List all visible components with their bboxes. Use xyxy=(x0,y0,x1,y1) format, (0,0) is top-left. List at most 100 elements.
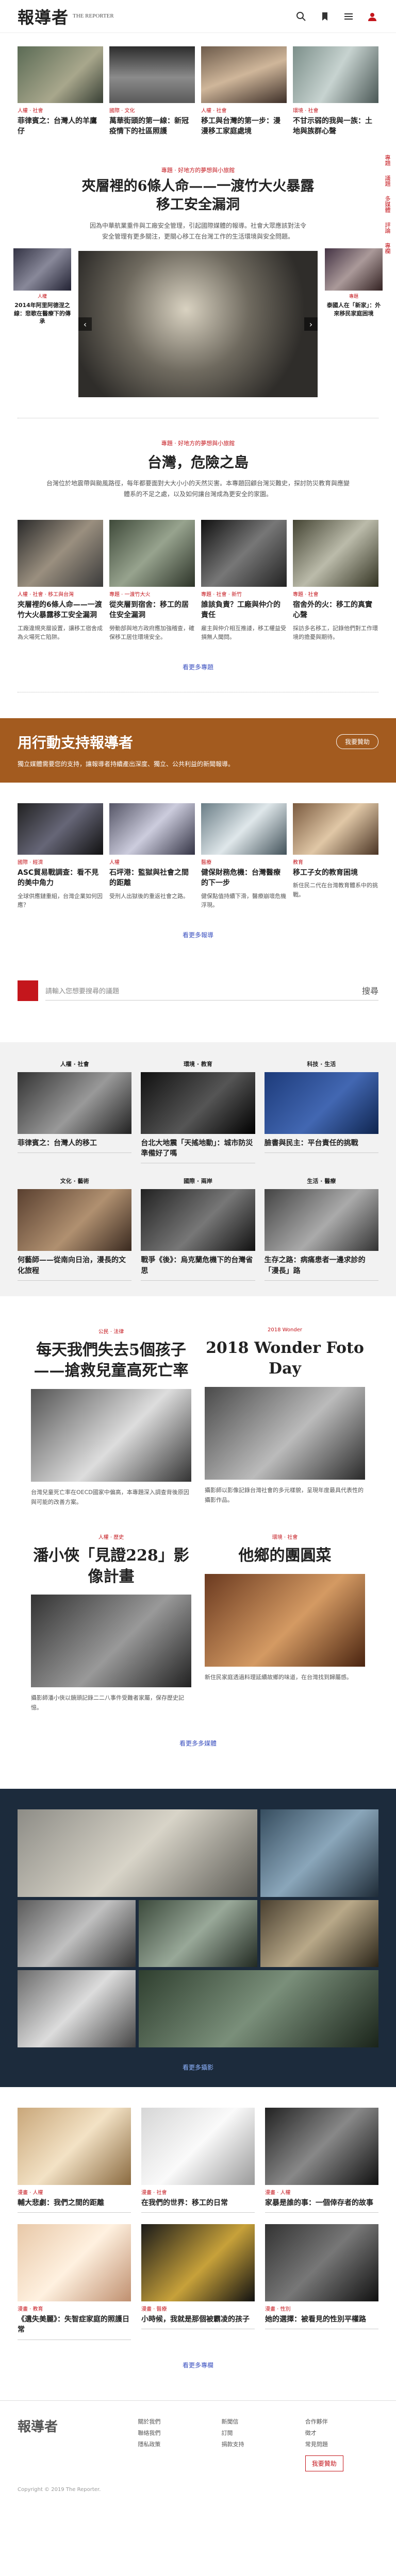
article-thumbnail xyxy=(293,46,378,103)
category-card[interactable]: 人權 · 社會 菲律賓之：台灣人的移工 xyxy=(18,1060,132,1164)
article-title: 菲律賓之：台灣人的移工 xyxy=(18,1139,97,1147)
category-card[interactable]: 科技 · 生活 臉書與民主：平台責任的挑戰 xyxy=(264,1060,378,1164)
feature-tag: 公民 · 法律 xyxy=(98,1329,124,1335)
article-card[interactable]: 專題 · 社會 宿舍外的火：移工的真實心聲 採訪多名移工，記錄他們對工作環境的擔… xyxy=(293,520,378,642)
more-multimedia-link[interactable]: 看更多多媒體 xyxy=(0,1739,396,1748)
search-submit[interactable]: 搜尋 xyxy=(362,984,378,996)
article-card[interactable]: 環境 · 社會 不甘示弱的我與一族：土地與族群心聲 xyxy=(293,46,378,137)
more-photos-link[interactable]: 看更多攝影 xyxy=(18,2063,378,2072)
category-card[interactable]: 文化 · 藝術 何藝師——從南向日治，漫長的文化旅程 xyxy=(18,1177,132,1281)
column-card[interactable]: 漫畫 · 人權 家暴是誰的事：一個倖存者的故事 xyxy=(265,2107,378,2213)
article-thumbnail xyxy=(109,46,195,103)
category-label: 人權 · 社會 xyxy=(60,1060,89,1067)
footer-donate-button[interactable]: 我要贊助 xyxy=(305,2455,343,2471)
article-title: 誰該負責？工廠與仲介的責任 xyxy=(201,601,280,620)
feature-tag: 人權 · 歷史 xyxy=(98,1535,124,1541)
article-card[interactable]: 專題 · 一渡竹大火 從夾層到宿舍：移工的居住安全漏洞 勞動部與地方政府應加強稽… xyxy=(109,520,195,642)
carousel-main-card[interactable]: 專題 · 好地方的夢想與小旅館 夾層裡的6條人命——一渡竹大火暴露移工安全漏洞 … xyxy=(78,166,318,398)
feature-card[interactable]: 2018 Wonder 2018 Wonder Foto Day 攝影師以影像記… xyxy=(205,1327,365,1507)
side-nav-item[interactable]: 評論 xyxy=(383,222,391,233)
category-card[interactable]: 生活 · 醫療 生存之路：病痛患者一邊求診的「漫長」路 xyxy=(264,1177,378,1281)
column-card[interactable]: 漫畫 · 社會 在我們的世界：移工的日常 xyxy=(141,2107,255,2213)
article-thumbnail xyxy=(109,520,195,587)
copyright: Copyright © 2019 The Reporter. xyxy=(18,2486,101,2493)
multimedia-features: 人權 · 歷史 潘小俠「見證228」影像計畫 攝影師潘小俠以鏡頭記錄二二八事件受… xyxy=(0,1533,396,1713)
article-card[interactable]: 人權 · 社會 移工與台灣的第一步：漫漫移工家庭處境 xyxy=(201,46,287,137)
photo[interactable] xyxy=(260,1900,378,1967)
footer-link[interactable]: 新聞信 xyxy=(222,2416,295,2428)
footer-link[interactable]: 合作夥伴 xyxy=(305,2416,378,2428)
article-title: 移工子女的教育困境 xyxy=(293,869,358,877)
article-thumbnail xyxy=(109,803,195,855)
bookmark-icon[interactable] xyxy=(319,10,331,23)
feature-card[interactable]: 人權 · 歷史 潘小俠「見證228」影像計畫 攝影師潘小俠以鏡頭記錄二二八事件受… xyxy=(31,1533,191,1713)
side-nav: 專題 議題 多媒體 評論 專欄 xyxy=(378,155,396,254)
photo[interactable] xyxy=(18,1970,136,2047)
feature-card[interactable]: 環境 · 社會 他鄉的團圓菜 新住民家庭透過料理延續故鄉的味道，在台灣找到歸屬感… xyxy=(205,1533,365,1713)
photo[interactable] xyxy=(260,1809,378,1897)
article-card[interactable]: 專題 · 社會 · 新竹 誰該負責？工廠與仲介的責任 雇主與仲介相互推諉，移工權… xyxy=(201,520,287,642)
menu-icon[interactable] xyxy=(342,10,355,23)
article-tag: 人權 · 社會 xyxy=(18,108,43,114)
side-nav-item[interactable]: 專題 xyxy=(383,155,391,166)
more-articles-link[interactable]: 看更多報導 xyxy=(0,930,396,939)
featured-carousel: 人權 2014年阿里阿德涅之線：悲歌在醫療下的傳承 專題 · 好地方的夢想與小旅… xyxy=(0,166,396,398)
side-nav-item[interactable]: 專欄 xyxy=(383,243,391,254)
footer-link[interactable]: 訂閱 xyxy=(222,2428,295,2439)
more-topics-link[interactable]: 看更多專題 xyxy=(0,663,396,671)
search-input[interactable]: 請輸入您想要搜尋的議題 搜尋 xyxy=(45,981,378,1001)
site-logo[interactable]: 報導者 THE REPORTER xyxy=(18,5,114,28)
article-tag: 漫畫 · 人權 xyxy=(18,2190,43,2196)
divider xyxy=(18,1280,132,1281)
feature-description: 台灣兒童死亡率在OECD國家中偏高，本專題深入調查背後原因與可能的改善方案。 xyxy=(31,1488,189,1505)
category-card[interactable]: 環境 · 教育 台北大地震「天搖地動」：城市防災準備好了嗎 xyxy=(141,1060,255,1164)
article-tag: 漫畫 · 性別 xyxy=(265,2307,291,2313)
article-card[interactable]: 醫療 健保財務危機：台灣醫療的下一步 健保點值持續下滑，醫療崩壞危機浮現。 xyxy=(201,803,287,910)
photo[interactable] xyxy=(139,1970,378,2047)
article-thumbnail xyxy=(201,520,287,587)
feature-tag: 2018 Wonder xyxy=(268,1327,302,1333)
column-card[interactable]: 漫畫 · 教育 《遺失美麗》：失智症家庭的照護日常 xyxy=(18,2224,131,2340)
photo[interactable] xyxy=(139,1900,257,1967)
more-columns-link[interactable]: 看更多專欄 xyxy=(0,2361,396,2369)
side-nav-item[interactable]: 多媒體 xyxy=(383,196,391,213)
feature-title: 2018 Wonder Foto Day xyxy=(206,1338,364,1378)
column-card[interactable]: 漫畫 · 性別 她的選擇：被看見的性別平權路 xyxy=(265,2224,378,2340)
article-card[interactable]: 人權 石坪港：監獄與社會之間的距離 受刑人出獄後的重返社會之路。 xyxy=(109,803,195,910)
column-card[interactable]: 漫畫 · 醫療 小時候，我就是那個被霸凌的孩子 xyxy=(141,2224,255,2340)
carousel-side-card[interactable]: 專題 泰國人在「新家」：外來移民家庭困境 xyxy=(325,248,383,398)
footer-link[interactable]: 聯絡我們 xyxy=(138,2428,211,2439)
footer-link[interactable]: 關於我們 xyxy=(138,2416,211,2428)
side-nav-item[interactable]: 議題 xyxy=(383,175,391,187)
article-card[interactable]: 人權 · 社會 菲律賓之：台灣人的羊鷹仔 xyxy=(18,46,103,137)
user-icon[interactable] xyxy=(366,10,378,23)
carousel-prev-button[interactable]: ‹ xyxy=(78,317,92,331)
footer-link[interactable]: 捐款支持 xyxy=(222,2439,295,2450)
article-tag: 漫畫 · 教育 xyxy=(18,2307,43,2313)
photo[interactable] xyxy=(18,1809,257,1897)
carousel-side-card[interactable]: 人權 2014年阿里阿德涅之線：悲歌在醫療下的傳承 xyxy=(13,248,71,398)
footer-link[interactable]: 徵才 xyxy=(305,2428,378,2439)
article-card[interactable]: 教育 移工子女的教育困境 新住民二代在台灣教育體系中的挑戰。 xyxy=(293,803,378,910)
article-tag: 人權 · 社會 xyxy=(201,108,227,114)
feature-image xyxy=(205,1386,365,1480)
topic-title[interactable]: 台灣，危險之島 xyxy=(46,451,350,472)
footer-logo[interactable]: 報導者 xyxy=(18,2416,127,2435)
donate-button[interactable]: 我要贊助 xyxy=(336,734,378,750)
footer-link[interactable]: 常見問題 xyxy=(305,2439,378,2450)
feature-card[interactable]: 公民 · 法律 每天我們失去5個孩子——搶救兒童高死亡率 台灣兒童死亡率在OEC… xyxy=(31,1327,191,1507)
photo[interactable] xyxy=(18,1900,136,1967)
footer-link[interactable]: 隱私政策 xyxy=(138,2439,211,2450)
search-placeholder: 請輸入您想要搜尋的議題 xyxy=(45,987,120,995)
divider xyxy=(265,2212,378,2213)
article-card[interactable]: 人權 · 社會 · 移工與台灣 夾層裡的6條人命——一渡竹大火暴露移工安全漏洞 … xyxy=(18,520,103,642)
carousel-next-button[interactable]: › xyxy=(304,317,318,331)
category-label: 國際 · 兩岸 xyxy=(184,1178,212,1185)
article-card[interactable]: 國際 · 經濟 ASC貿易戰調查：看不見的美中角力 全球供應鏈重組，台灣企業如何… xyxy=(18,803,103,910)
article-card[interactable]: 國際 · 文化 萬華街頭的第一線：新冠疫情下的社區照護 xyxy=(109,46,195,137)
article-thumbnail xyxy=(13,248,71,291)
search-icon[interactable] xyxy=(295,10,307,23)
category-card[interactable]: 國際 · 兩岸 戰爭《後》：烏克蘭危機下的台灣省思 xyxy=(141,1177,255,1281)
article-title: 健保財務危機：台灣醫療的下一步 xyxy=(201,869,280,888)
column-card[interactable]: 漫畫 · 人權 輔大悲劇：我們之間的距離 xyxy=(18,2107,131,2213)
